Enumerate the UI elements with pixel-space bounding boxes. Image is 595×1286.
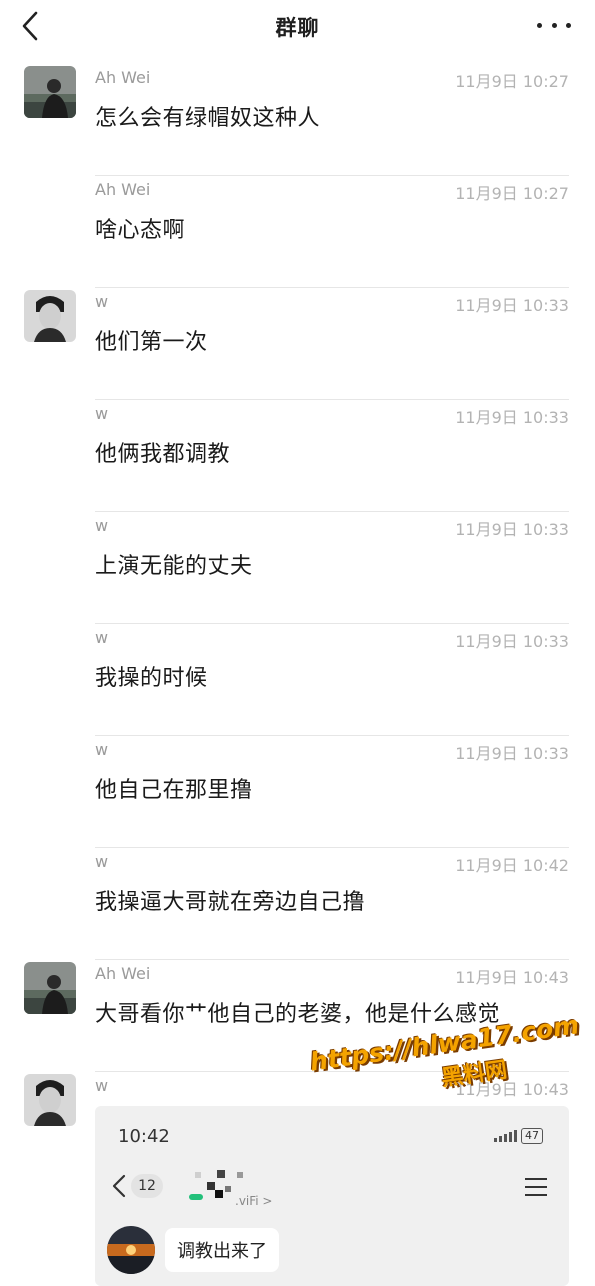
chat-message: w 11月9日 10:33 我操的时候 xyxy=(0,624,595,736)
unread-badge: 12 xyxy=(131,1174,163,1198)
menu-icon xyxy=(525,1178,547,1196)
message-time: 11月9日 10:33 xyxy=(455,296,569,315)
avatar[interactable] xyxy=(24,290,76,342)
chat-message: w 11月9日 10:33 他自己在那里撸 xyxy=(0,736,595,848)
sender-name: w xyxy=(95,628,109,647)
chat-message: w 11月9日 10:33 上演无能的丈夫 xyxy=(0,512,595,624)
message-text[interactable]: 怎么会有绿帽奴这种人 xyxy=(95,100,320,132)
sender-name: w xyxy=(95,404,109,423)
sender-name: Ah Wei xyxy=(95,964,151,983)
avatar[interactable] xyxy=(24,66,76,118)
message-bubble: 调教出来了 xyxy=(165,1228,279,1272)
sender-name: Ah Wei xyxy=(95,68,151,87)
message-time: 11月9日 10:27 xyxy=(455,72,569,91)
sender-name: Ah Wei xyxy=(95,180,151,199)
sender-name: w xyxy=(95,740,109,759)
message-text[interactable]: 上演无能的丈夫 xyxy=(95,548,253,580)
message-text[interactable]: 他自己在那里撸 xyxy=(95,772,253,804)
avatar[interactable] xyxy=(24,1074,76,1126)
chat-message: Ah Wei 11月9日 10:27 怎么会有绿帽奴这种人 xyxy=(0,64,595,176)
status-time: 10:42 xyxy=(118,1126,170,1147)
message-time: 11月9日 10:42 xyxy=(455,856,569,875)
message-time: 11月9日 10:33 xyxy=(455,520,569,539)
chat-message: w 11月9日 10:42 我操逼大哥就在旁边自己撸 xyxy=(0,848,595,960)
sender-name: w xyxy=(95,1076,109,1095)
message-time: 11月9日 10:43 xyxy=(455,968,569,987)
message-text[interactable]: 他俩我都调教 xyxy=(95,436,230,468)
message-time: 11月9日 10:27 xyxy=(455,184,569,203)
top-bar: 群聊 xyxy=(0,0,595,52)
message-time: 11月9日 10:33 xyxy=(455,632,569,651)
message-text[interactable]: 啥心态啊 xyxy=(95,212,185,244)
more-dots-icon[interactable] xyxy=(537,15,571,35)
page-title: 群聊 xyxy=(275,16,320,40)
avatar[interactable] xyxy=(24,962,76,1014)
chat-message: Ah Wei 11月9日 10:27 啥心态啊 xyxy=(0,176,595,288)
status-indicators: 47 xyxy=(494,1128,543,1144)
sender-name: w xyxy=(95,516,109,535)
chat-message: w 11月9日 10:33 他俩我都调教 xyxy=(0,400,595,512)
message-text[interactable]: 他们第一次 xyxy=(95,324,208,356)
message-text[interactable]: 大哥看你艹他自己的老婆，他是什么感觉 xyxy=(95,996,500,1028)
message-text[interactable]: 我操的时候 xyxy=(95,660,208,692)
message-text[interactable]: 我操逼大哥就在旁边自己撸 xyxy=(95,884,365,916)
chat-message: w 11月9日 10:33 他们第一次 xyxy=(0,288,595,400)
signal-icon xyxy=(494,1130,517,1142)
chevron-left-icon xyxy=(112,1174,126,1198)
wifi-status-label: .viFi > xyxy=(235,1194,273,1208)
sender-name: w xyxy=(95,852,109,871)
message-time: 11月9日 10:33 xyxy=(455,408,569,427)
battery-icon: 47 xyxy=(521,1128,543,1144)
message-time: 11月9日 10:33 xyxy=(455,744,569,763)
sunset-avatar xyxy=(107,1226,155,1274)
sender-name: w xyxy=(95,292,109,311)
